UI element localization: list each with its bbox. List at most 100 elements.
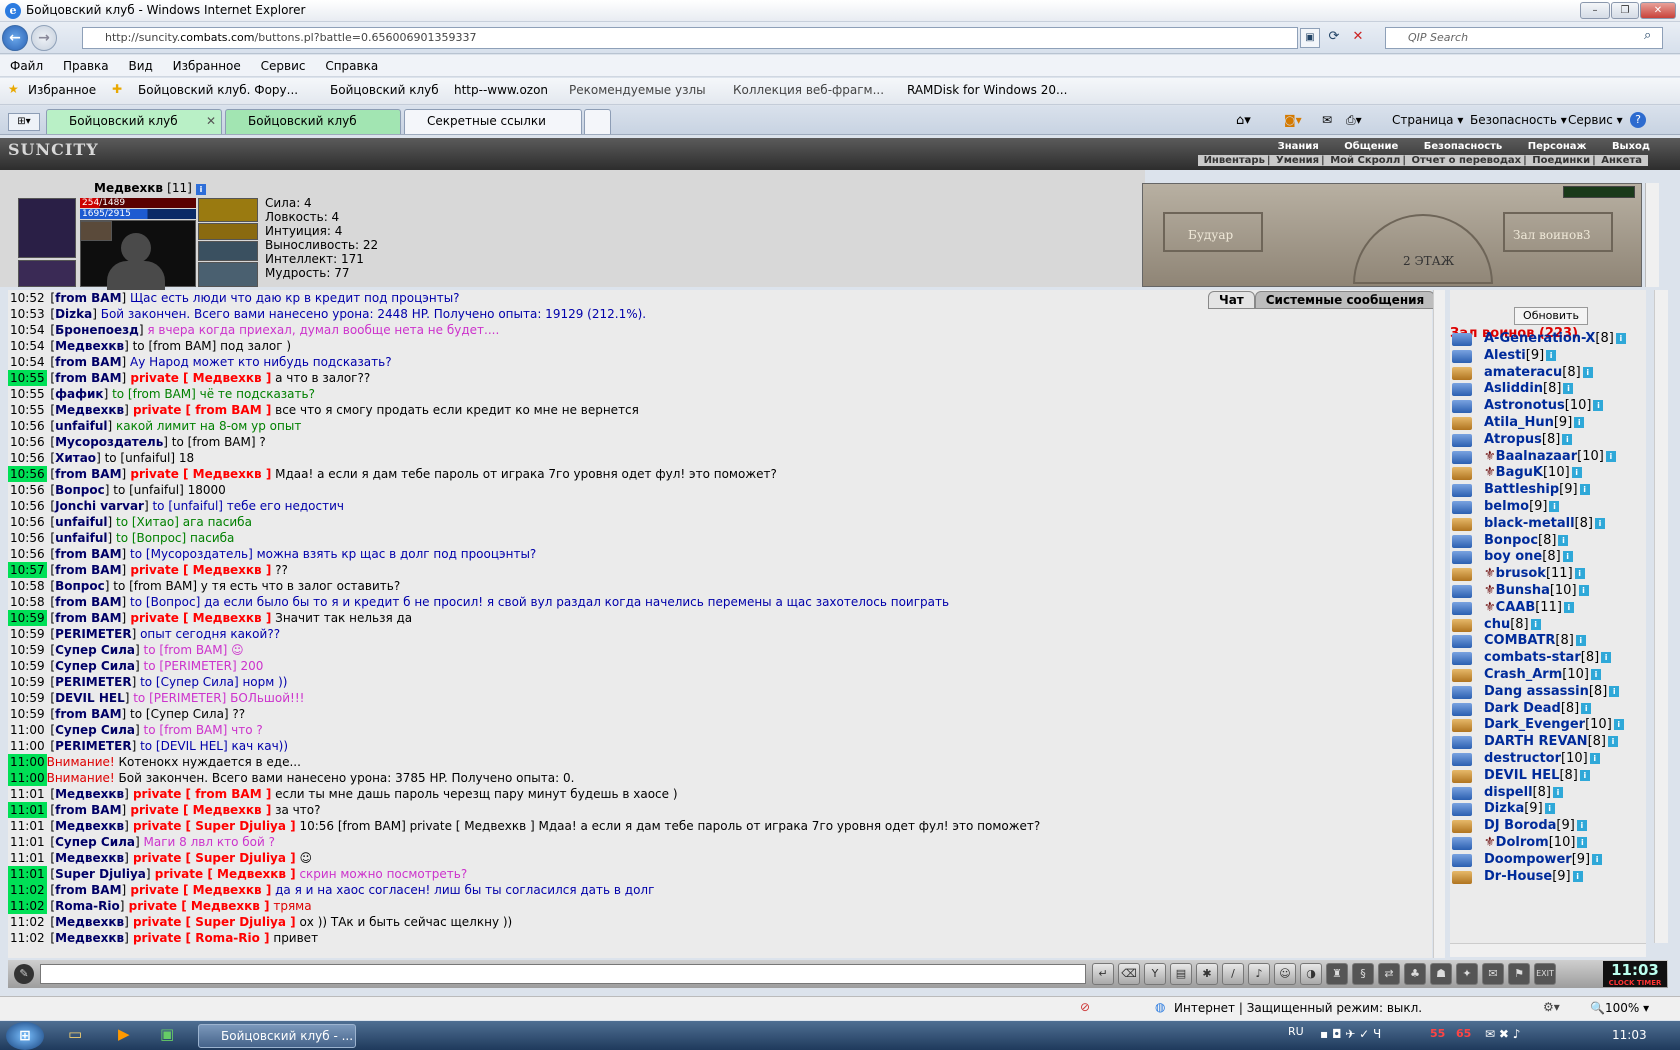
trap-icon[interactable]: ♣: [1404, 963, 1426, 985]
chat-private-tag[interactable]: private [ Roma-Rio ]: [129, 931, 270, 945]
online-user[interactable]: Alesti[9] i: [1450, 348, 1646, 366]
bottle-icon[interactable]: ♜: [1326, 963, 1348, 985]
helmet-slot[interactable]: [18, 198, 76, 258]
clan-emblem-icon[interactable]: ⚜: [1484, 583, 1496, 598]
user-nick[interactable]: Crash_Arm[10] i: [1484, 667, 1601, 682]
refresh-button[interactable]: Обновить: [1514, 307, 1588, 325]
online-user[interactable]: ⚜Dolrom[10] i: [1450, 835, 1646, 853]
search-icon[interactable]: ⌕: [1644, 28, 1651, 43]
explorer-icon[interactable]: ▭: [68, 1025, 82, 1043]
user-nick[interactable]: Dang assassin[8] i: [1484, 684, 1620, 699]
user-info-icon[interactable]: i: [1594, 517, 1605, 529]
home-icon[interactable]: ⌂▾: [1236, 113, 1251, 128]
chat-nick[interactable]: from BAM: [55, 611, 121, 625]
online-user[interactable]: black-metall[8] i: [1450, 516, 1646, 534]
mail-icon[interactable]: ✉: [1322, 113, 1332, 127]
user-info-icon[interactable]: i: [1574, 568, 1585, 580]
tab-club-active[interactable]: Бойцовский клуб ✕: [46, 109, 222, 134]
help-icon[interactable]: ?: [1630, 112, 1646, 128]
user-action-icon[interactable]: [1452, 769, 1472, 783]
mail-game-icon[interactable]: ✉: [1482, 963, 1504, 985]
online-user[interactable]: Atila_Hun[9] i: [1450, 415, 1646, 433]
user-action-icon[interactable]: [1452, 669, 1472, 682]
chat-scrollbar[interactable]: [1433, 290, 1445, 958]
chat-timestamp[interactable]: 11:01: [8, 802, 47, 818]
forward-button[interactable]: →: [31, 25, 57, 51]
online-user[interactable]: amateraсu[8] i: [1450, 365, 1646, 383]
user-name[interactable]: DARTH REVAN: [1484, 734, 1588, 749]
online-user[interactable]: combats-star[8] i: [1450, 650, 1646, 668]
user-name[interactable]: Baalnazaar: [1496, 449, 1577, 464]
user-name[interactable]: brusok: [1496, 566, 1546, 581]
clan-emblem-icon[interactable]: ⚜: [1484, 449, 1496, 464]
exit-game-icon[interactable]: EXIT: [1534, 963, 1556, 985]
chat-nick[interactable]: from BAM: [55, 803, 121, 817]
filter-icon[interactable]: Y: [1144, 963, 1166, 985]
chat-timestamp[interactable]: 11:00: [8, 722, 47, 738]
language-indicator[interactable]: RU: [1288, 1025, 1304, 1038]
protected-icon[interactable]: ⚙▾: [1543, 1000, 1560, 1014]
menu-skills[interactable]: Умения: [1276, 155, 1319, 166]
menu-security[interactable]: Безопасность: [1424, 141, 1503, 152]
user-action-icon[interactable]: [1452, 803, 1472, 817]
online-user[interactable]: ⚜Bunsha[10] i: [1450, 583, 1646, 601]
online-user[interactable]: DJ Boroda[9] i: [1450, 818, 1646, 836]
chat-nick[interactable]: PERIMETER: [55, 627, 131, 641]
user-name[interactable]: Dolrom: [1496, 835, 1549, 850]
online-user[interactable]: ⚜Baalnazaar[10] i: [1450, 449, 1646, 467]
user-info-icon[interactable]: i: [1605, 450, 1616, 462]
online-user[interactable]: DARTH REVAN[8] i: [1450, 734, 1646, 752]
start-button[interactable]: ⊞: [6, 1022, 44, 1050]
user-name[interactable]: destructor: [1484, 751, 1561, 766]
chat-nick[interactable]: Медвехкв: [55, 787, 124, 801]
chat-nick[interactable]: Вопрос: [55, 579, 105, 593]
user-info-icon[interactable]: i: [1563, 601, 1574, 613]
chat-input[interactable]: [40, 964, 1086, 984]
chat-timestamp[interactable]: 10:59: [8, 706, 47, 722]
new-tab-button[interactable]: [584, 109, 611, 134]
user-info-icon[interactable]: i: [1615, 333, 1626, 344]
online-user[interactable]: Battleship[9] i: [1450, 482, 1646, 500]
chat-timestamp[interactable]: 11:01: [8, 834, 47, 850]
clear-icon[interactable]: ⌫: [1118, 963, 1140, 985]
back-button[interactable]: ←: [2, 25, 28, 51]
clan-emblem-icon[interactable]: ⚜: [1484, 566, 1496, 581]
user-info-icon[interactable]: i: [1572, 870, 1583, 882]
user-info-icon[interactable]: i: [1613, 719, 1624, 731]
user-info-icon[interactable]: i: [1582, 366, 1593, 378]
safety-menu[interactable]: Безопасность ▾: [1470, 113, 1567, 127]
user-nick[interactable]: A-Generation-X[8] i: [1484, 331, 1626, 346]
user-name[interactable]: Dark Dead: [1484, 701, 1561, 716]
user-nick[interactable]: amateraсu[8] i: [1484, 365, 1593, 380]
user-name[interactable]: Doompower: [1484, 852, 1572, 867]
chat-timestamp[interactable]: 10:59: [8, 626, 47, 642]
menu-inventory[interactable]: Инвентарь: [1204, 155, 1265, 166]
user-info-icon[interactable]: i: [1581, 702, 1592, 714]
user-nick[interactable]: combats-star[8] i: [1484, 650, 1612, 665]
user-action-icon[interactable]: [1452, 366, 1472, 380]
user-action-icon[interactable]: [1452, 853, 1472, 867]
user-nick[interactable]: boy one[8] i: [1484, 549, 1573, 564]
maximize-button[interactable]: ❐: [1611, 2, 1639, 19]
user-info-icon[interactable]: i: [1607, 736, 1618, 748]
user-action-icon[interactable]: [1452, 870, 1472, 884]
chat-timestamp[interactable]: 10:56: [8, 418, 47, 434]
weapon-slot[interactable]: [198, 262, 258, 287]
chat-timestamp[interactable]: 10:58: [8, 594, 47, 610]
chat-nick[interactable]: PERIMETER: [55, 675, 131, 689]
chat-timestamp[interactable]: 10:54: [8, 354, 47, 370]
user-name[interactable]: Bonpoc: [1484, 533, 1538, 548]
chat-nick[interactable]: Хитао: [55, 451, 96, 465]
user-info-icon[interactable]: i: [1578, 585, 1589, 596]
user-action-icon[interactable]: [1452, 349, 1472, 363]
gloves-slot[interactable]: [198, 241, 258, 261]
user-name[interactable]: COMBATR: [1484, 633, 1555, 648]
chat-nick[interactable]: Супер Сила: [55, 723, 135, 737]
chat-timestamp[interactable]: 11:02: [8, 930, 47, 946]
user-name[interactable]: combats-star: [1484, 650, 1581, 665]
user-action-icon[interactable]: [1452, 618, 1472, 632]
menu-help[interactable]: Справка: [325, 55, 378, 77]
online-user[interactable]: Atropus[8] i: [1450, 432, 1646, 450]
chat-timestamp[interactable]: 10:52: [8, 290, 47, 306]
friends-icon[interactable]: ☗: [1430, 963, 1452, 985]
